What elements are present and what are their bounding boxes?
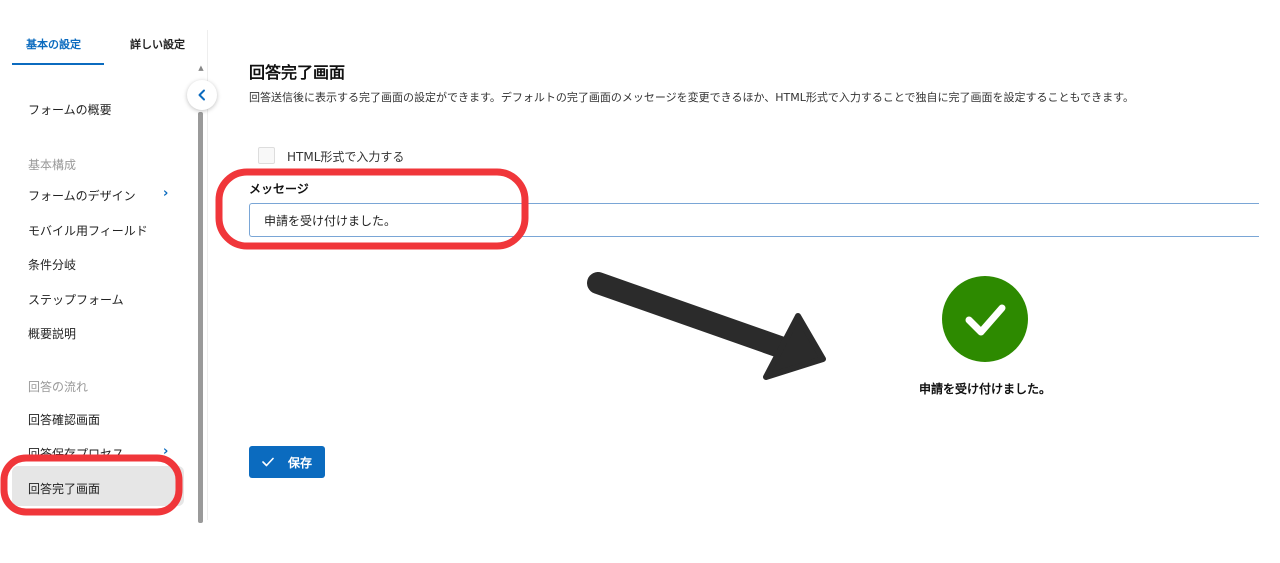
sidebar-section-flow: 回答の流れ — [28, 380, 89, 394]
save-button-label: 保存 — [287, 455, 312, 470]
tab-basic-settings[interactable]: 基本の設定 — [26, 36, 81, 52]
sidebar-item-step-form[interactable]: ステップフォーム — [28, 291, 124, 308]
scrollbar-thumb[interactable] — [198, 112, 203, 523]
preview-message: 申請を受け付けました。 — [918, 382, 1051, 396]
message-label: メッセージ — [249, 182, 309, 196]
sidebar-item-conditional-branch[interactable]: 条件分岐 — [28, 256, 76, 273]
page-title: 回答完了画面 — [249, 63, 346, 82]
sidebar-item-save-process[interactable]: 回答保存プロセス — [28, 445, 124, 462]
sidebar-item-summary[interactable]: 概要説明 — [28, 325, 76, 342]
html-format-checkbox[interactable] — [258, 147, 275, 164]
sidebar-item-overview[interactable]: フォームの概要 — [28, 101, 112, 118]
success-checkmark-icon — [942, 276, 1028, 362]
save-button[interactable]: 保存 — [249, 446, 325, 478]
annotation-arrow-shaft — [587, 272, 791, 358]
html-format-checkbox-label[interactable]: HTML形式で入力する — [287, 148, 404, 165]
chevron-right-icon[interactable]: › — [163, 186, 168, 201]
sidebar-tabs: 基本の設定 詳しい設定 — [12, 30, 198, 65]
chevron-left-icon — [198, 89, 205, 101]
annotation-arrow-head — [763, 313, 826, 380]
chevron-right-icon[interactable]: › — [163, 444, 168, 459]
tab-advanced-settings[interactable]: 詳しい設定 — [130, 36, 185, 52]
sidebar-section-basic: 基本構成 — [28, 158, 77, 172]
page-description: 回答送信後に表示する完了画面の設定ができます。デフォルトの完了画面のメッセージを… — [249, 91, 1134, 104]
sidebar: 基本の設定 詳しい設定 フォームの概要 基本構成 フォームのデザイン › モバイ… — [0, 0, 205, 523]
scroll-up-icon[interactable]: ▲ — [197, 64, 205, 72]
sidebar-item-design[interactable]: フォームのデザイン — [28, 187, 136, 204]
check-icon — [262, 457, 274, 467]
sidebar-item-mobile-fields[interactable]: モバイル用フィールド — [28, 222, 148, 239]
sidebar-item-confirm-screen[interactable]: 回答確認画面 — [28, 411, 100, 428]
message-input[interactable] — [249, 203, 1259, 237]
tab-active-indicator — [12, 63, 104, 65]
sidebar-item-complete-label: 回答完了画面 — [28, 482, 101, 496]
collapse-sidebar-button[interactable] — [187, 80, 217, 110]
